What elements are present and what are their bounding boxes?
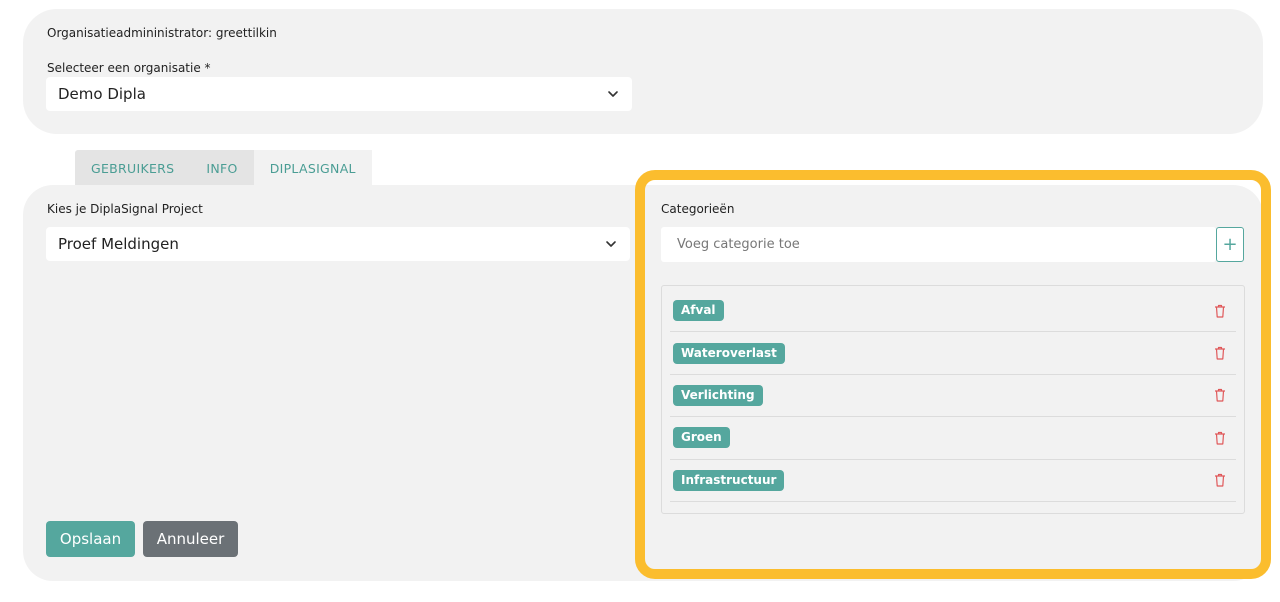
trash-icon[interactable] [1214,346,1226,360]
category-list: Afval Wateroverlast Verlichting Groen In… [661,285,1245,514]
category-badge: Verlichting [673,384,763,406]
project-select[interactable]: Proef Meldingen [46,227,630,261]
category-badge: Groen [673,427,730,449]
add-category-input[interactable] [661,227,1216,262]
diplasignal-panel: Kies je DiplaSignal Project Proef Meldin… [23,185,1263,581]
trash-icon[interactable] [1214,473,1226,487]
chevron-down-icon [606,241,616,247]
save-button[interactable]: Opslaan [46,521,135,557]
trash-icon[interactable] [1214,431,1226,445]
project-label: Kies je DiplaSignal Project [47,202,203,216]
admin-info: Organisatieadmininistrator: greettilkin [47,26,277,40]
categories-label: Categorieën [661,202,735,216]
list-item: Infrastructuur [670,460,1236,502]
list-item: Groen [670,417,1236,460]
add-category-button[interactable]: + [1216,227,1244,262]
plus-icon: + [1222,234,1238,255]
cancel-button[interactable]: Annuleer [143,521,238,557]
organization-label: Selecteer een organisatie * [47,61,211,75]
category-badge: Wateroverlast [673,342,785,364]
organization-select[interactable]: Demo Dipla [46,77,632,111]
tab-diplasignal[interactable]: DIPLASIGNAL [253,150,372,186]
list-item: Verlichting [670,375,1236,418]
list-item: Wateroverlast [670,332,1236,375]
list-item: Afval [670,290,1236,333]
trash-icon[interactable] [1214,304,1226,318]
tab-bar: GEBRUIKERS INFO DIPLASIGNAL [75,150,372,186]
project-select-value: Proef Meldingen [58,235,179,253]
organization-panel: Organisatieadmininistrator: greettilkin … [23,9,1263,134]
trash-icon[interactable] [1214,388,1226,403]
organization-select-value: Demo Dipla [58,85,146,103]
chevron-down-icon [608,91,618,97]
category-badge: Afval [673,300,724,322]
category-badge: Infrastructuur [673,469,785,491]
tab-info[interactable]: INFO [190,150,254,186]
tab-gebruikers[interactable]: GEBRUIKERS [75,150,191,186]
